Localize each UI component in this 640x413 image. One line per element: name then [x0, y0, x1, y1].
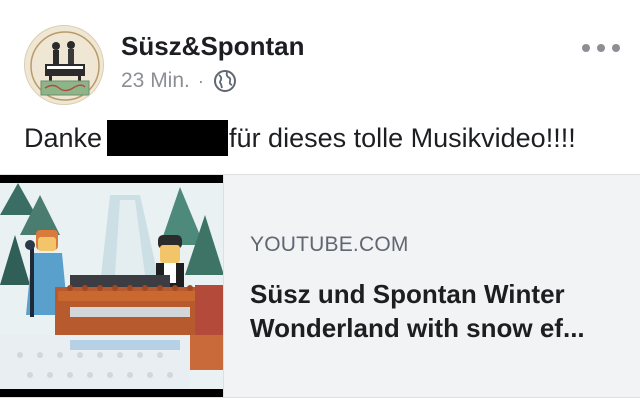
facebook-post: Süsz&Spontan 23 Min. · Danke für dieses … [0, 0, 640, 413]
post-meta: 23 Min. · [121, 69, 237, 93]
meta-separator: · [197, 70, 204, 91]
post-message: Danke für dieses tolle Musikvideo!!!! [24, 120, 576, 156]
post-footer-spacer [0, 398, 640, 413]
link-preview-info[interactable]: YOUTUBE.COM Süsz und Spontan Winter Wond… [224, 175, 640, 397]
video-thumbnail[interactable] [0, 175, 224, 397]
link-preview-card[interactable]: YOUTUBE.COM Süsz und Spontan Winter Wond… [0, 174, 640, 398]
post-timestamp[interactable]: 23 Min. [121, 69, 190, 93]
link-domain: YOUTUBE.COM [250, 233, 409, 256]
avatar[interactable] [24, 25, 104, 105]
author-name[interactable]: Süsz&Spontan [121, 31, 304, 62]
more-options-icon[interactable] [582, 38, 620, 58]
globe-icon[interactable] [213, 69, 237, 93]
message-text-start: Danke [24, 122, 103, 153]
link-title[interactable]: Süsz und Spontan Winter Wonderland with … [250, 277, 620, 345]
redaction-bar [107, 120, 229, 156]
band-logo [25, 26, 103, 104]
message-text-end: für dieses tolle Musikvideo!!!! [229, 122, 576, 153]
lego-scene-image [0, 175, 223, 397]
